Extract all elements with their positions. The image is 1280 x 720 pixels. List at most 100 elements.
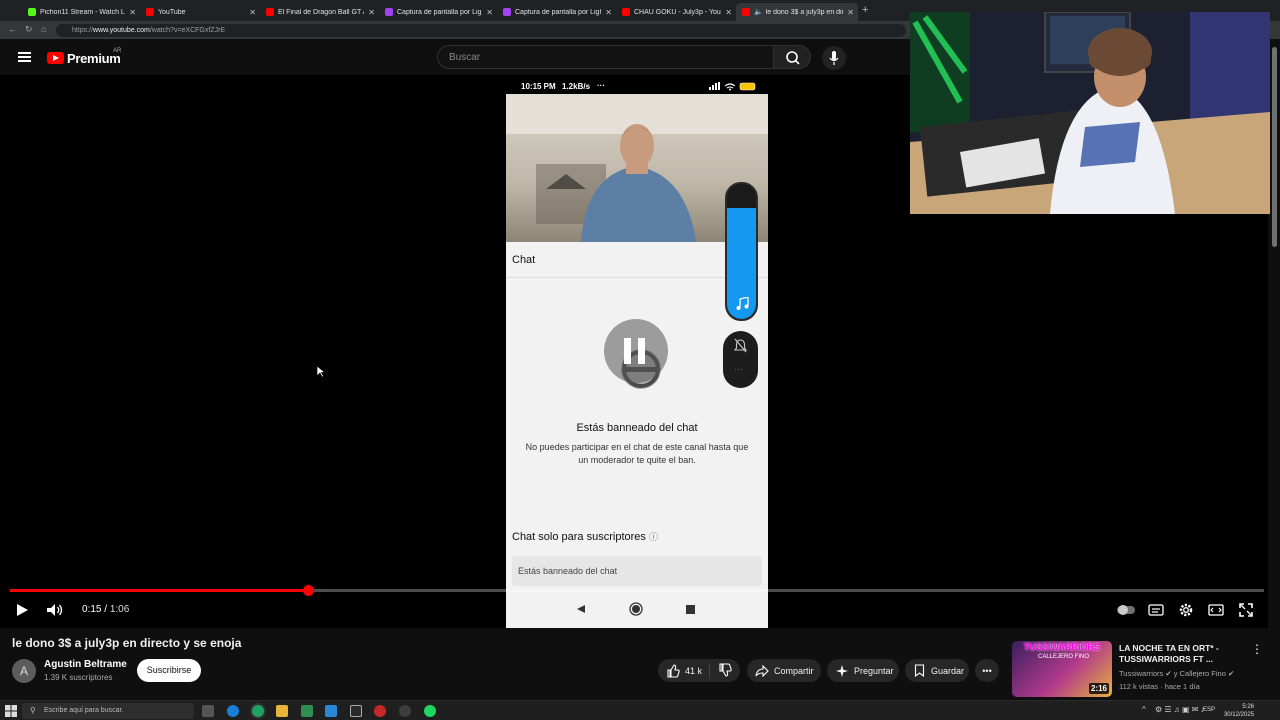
url-prefix: https:// [72,27,94,34]
ask-button[interactable]: Preguntar [827,659,899,682]
close-icon[interactable]: ✕ [249,8,256,17]
close-icon[interactable]: ✕ [368,8,375,17]
chrome-icon[interactable] [252,705,264,717]
browser-tab[interactable]: Captura de pantalla por Lightshot ✕ [379,3,497,21]
chat-panel-title: Chat [512,254,536,266]
taskbar-search-placeholder: Escribe aquí para buscar. [44,707,124,714]
browser-tab[interactable]: CHAU GOKU - July3p - YouTube ✕ [616,3,736,21]
tray-app-icons[interactable]: ⚙ ☰ ♫ ▣ ✉ ♪ [1155,705,1205,714]
info-icon[interactable]: ⓘ [649,532,658,542]
lightshot-favicon-icon [503,8,511,16]
autoplay-toggle-icon[interactable] [1116,603,1136,617]
video-title: le dono 3$ a july3p en directo y se enoj… [12,636,242,650]
browser-tab[interactable]: Pichon11 Stream - Watch Live on ... ✕ [22,3,140,21]
youtube-favicon-icon [146,8,154,16]
time-display: 0:15 / 1:06 [82,604,130,615]
home-icon[interactable]: ⌂ [41,24,46,34]
volume-icon[interactable] [45,602,65,618]
channel-name[interactable]: Agustin Beltrame [44,659,127,670]
task-view-icon[interactable] [202,705,214,717]
settings-gear-icon[interactable] [1178,602,1194,618]
browser-tab-active[interactable]: 🔈 le dono 3$ a july3p en directo... ✕ [736,3,858,21]
browser-tab-title: CHAU GOKU - July3p - YouTube [634,8,721,16]
address-bar[interactable]: https://www.youtube.com/watch?v=eXCFGxfZ… [56,24,906,37]
language-indicator[interactable]: ESP [1203,707,1215,713]
like-count: 41 k [685,665,703,676]
notification-mute-toggle[interactable]: ··· [723,331,758,388]
seek-bar[interactable] [10,585,1264,596]
new-tab-button[interactable]: + [862,4,868,16]
browser-tab-title: Captura de pantalla por Lightshot [397,8,482,16]
phone-status-more: ··· [597,81,605,90]
recommended-video-thumbnail[interactable]: TUSSIWARRIORS CALLEJERO FINO 2:16 [1012,641,1112,697]
menu-icon[interactable] [18,52,31,62]
browser-tab[interactable]: YouTube ✕ [140,3,260,21]
share-icon [755,664,769,677]
browser-tab[interactable]: El Final de Dragon Ball GT Audio L... ✕ [260,3,379,21]
edge-icon[interactable] [227,705,239,717]
page-scrollbar[interactable] [1270,39,1280,700]
browser-tab-title: Pichon11 Stream - Watch Live on ... [40,8,125,16]
taskbar-search-input[interactable]: ⚲ Escribe aquí para buscar. [22,703,194,719]
theater-mode-icon[interactable] [1208,603,1224,617]
subtitles-icon[interactable] [1148,603,1164,617]
close-icon[interactable]: ✕ [486,8,493,17]
streamer-webcam-overlay [910,12,1270,214]
phone-status-speed: 1.2kB/s [562,82,591,91]
phone-nav-icons [577,602,695,616]
taskbar-date: 30/12/2025 [1223,712,1254,718]
time-current: 0:15 [82,604,102,615]
close-icon[interactable]: ✕ [725,8,732,17]
dislike-button[interactable] [710,662,732,679]
play-icon[interactable] [14,602,30,618]
verified-icon: ✔ [1165,669,1172,678]
browser-tab[interactable]: Captura de pantalla por Lightshot ✕ [497,3,616,21]
speaker-icon[interactable]: 🔈 [754,8,763,16]
taskbar-time: 5:26 [1242,704,1254,710]
windows-start-icon[interactable] [5,705,17,717]
fullscreen-icon[interactable] [1238,602,1254,618]
recommended-channel[interactable]: Tussiwarriors ✔ y Callejero Fino ✔ [1119,669,1234,678]
more-vertical-icon[interactable]: ⋮ [1251,642,1263,656]
save-button[interactable]: Guardar [905,659,969,682]
tray-chevron-icon[interactable]: ^ [1142,705,1146,714]
share-button[interactable]: Compartir [747,659,821,682]
scrollbar-thumb[interactable] [1272,47,1277,247]
more-actions-button[interactable]: ••• [975,659,999,682]
voice-search-button[interactable] [822,46,846,70]
taskbar-clock[interactable]: 5:26 30/12/2025 [1220,703,1254,719]
close-icon[interactable]: ✕ [847,8,854,17]
mail-icon[interactable] [325,705,337,717]
volume-slider[interactable] [725,182,758,321]
sparkle-icon [836,664,848,677]
capture-app-icon[interactable] [350,705,362,717]
avatar[interactable]: A [12,659,36,683]
save-label: Guardar [931,665,965,676]
seek-bar-progress [10,589,309,592]
reload-icon[interactable]: ↻ [25,24,33,35]
back-arrow-icon[interactable]: ← [8,24,17,34]
subscribers-only-text: Chat solo para suscriptores [512,531,646,543]
sheets-icon[interactable] [301,705,313,717]
bell-off-icon [733,338,748,353]
bookmark-icon [914,664,925,677]
subscribe-button[interactable]: Suscribirse [137,659,201,682]
youtube-logo-icon[interactable] [47,52,64,64]
search-button[interactable] [773,45,811,69]
spotify-icon[interactable] [424,705,436,717]
obs-icon[interactable] [374,705,386,717]
phone-nav-bar [506,598,768,628]
search-input[interactable]: Buscar [437,45,774,69]
recommended-channel-name: Tussiwarriors [1119,669,1164,678]
microphone-icon [829,51,839,65]
thumbnail-title-text: TUSSIWARRIORS [1024,642,1101,652]
banned-description: No puedes participar en el chat de este … [525,442,749,465]
recommended-video-title[interactable]: LA NOCHE TA EN ORT* - TUSSIWARRIORS FT .… [1119,643,1241,665]
time-total: 1:06 [109,604,130,615]
recording-app-icon[interactable] [399,705,411,717]
like-button[interactable]: 41 k [658,663,710,678]
close-icon[interactable]: ✕ [129,8,136,17]
file-explorer-icon[interactable] [276,705,288,717]
windows-taskbar: ⚲ Escribe aquí para buscar. ^ ⚙ ☰ ♫ ▣ ✉ … [0,700,1280,720]
close-icon[interactable]: ✕ [605,8,612,17]
